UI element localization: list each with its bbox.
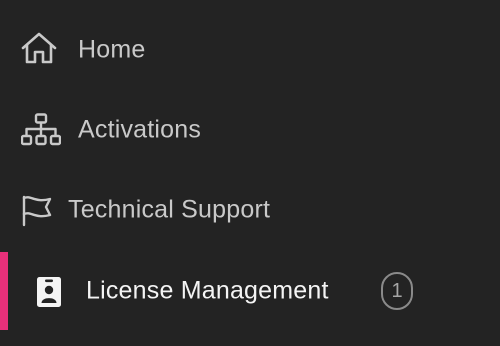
sitemap-icon [20,113,62,152]
sidebar-item-label: Home [78,35,146,64]
count-badge: 1 [381,272,413,310]
sidebar-item-activations[interactable]: Activations [0,90,500,170]
active-indicator [0,252,8,330]
flag-icon [21,195,53,232]
sidebar-nav: Home Activations Technical Support Licen… [0,0,500,346]
sidebar-item-home[interactable]: Home [0,10,500,90]
home-icon [21,32,57,69]
sidebar-item-label: License Management [86,276,329,305]
id-badge-icon [36,276,62,313]
sidebar-item-label: Activations [78,115,202,144]
sidebar-item-label: Technical Support [68,195,271,224]
sidebar-item-technical-support[interactable]: Technical Support [0,170,500,250]
sidebar-item-license-management[interactable]: License Management 1 [0,252,500,330]
